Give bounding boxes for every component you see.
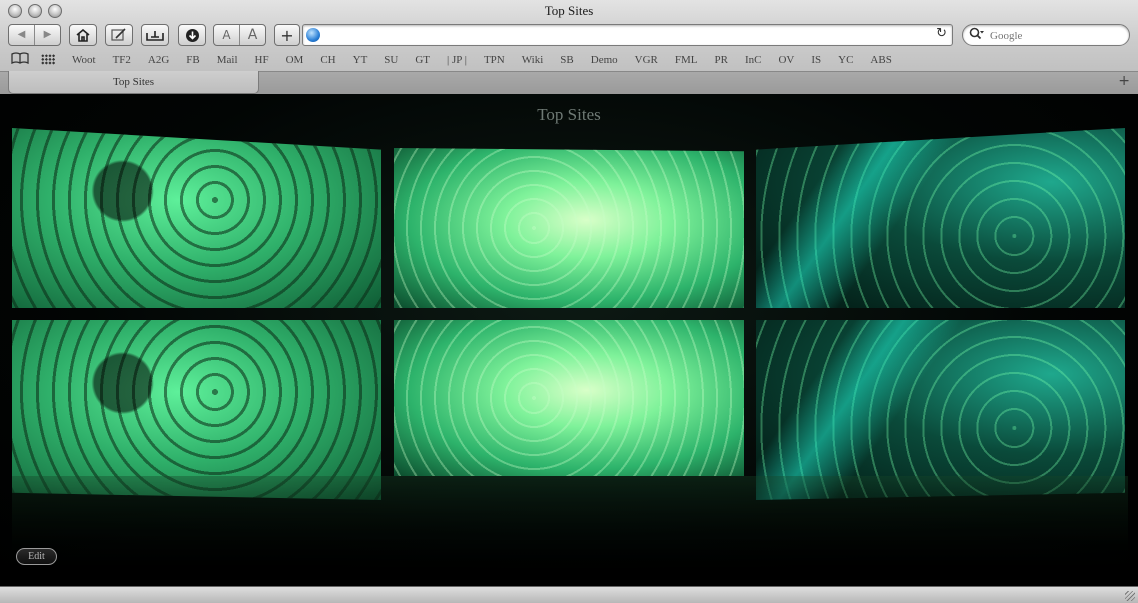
bookmark-item[interactable]: GT (415, 54, 430, 66)
downloads-button[interactable] (178, 24, 206, 46)
search-field[interactable] (962, 24, 1130, 46)
bookmark-item[interactable]: SU (384, 54, 398, 66)
search-input[interactable] (990, 28, 1120, 43)
bookmark-item[interactable]: OM (286, 54, 304, 66)
pencil-icon (111, 28, 126, 41)
page-title: Top Sites (537, 105, 601, 124)
add-bookmark-button[interactable] (141, 24, 169, 46)
edit-top-sites-button[interactable]: Edit (16, 548, 57, 565)
window-title: Top Sites (544, 3, 594, 18)
browser-chrome: Top Sites ◀ ▶ A A + ↻ Google Woot TF2 A2… (0, 0, 1138, 94)
tab-top-sites[interactable]: Top Sites (8, 71, 259, 94)
bookmark-item[interactable]: CH (320, 54, 335, 66)
bookmark-item[interactable]: A2G (148, 54, 169, 66)
add-tab-button[interactable]: + (274, 24, 300, 46)
site-thumbnail[interactable] (12, 320, 381, 500)
text-bigger-button[interactable]: A (239, 25, 265, 45)
reload-icon[interactable]: ↻ (936, 26, 947, 41)
bookmark-item[interactable]: TPN (484, 54, 505, 66)
home-icon (76, 28, 90, 42)
site-thumbnail[interactable] (12, 128, 381, 308)
bookmark-item[interactable]: Woot (72, 54, 96, 66)
bookmark-item[interactable]: VGR (635, 54, 658, 66)
edit-page-button[interactable] (105, 24, 133, 46)
text-smaller-button[interactable]: A (214, 25, 239, 45)
globe-icon (306, 28, 320, 42)
bookmark-item[interactable]: HF (255, 54, 269, 66)
forward-button[interactable]: ▶ (34, 25, 60, 45)
download-icon (185, 28, 199, 42)
bookmark-item[interactable]: YT (353, 54, 368, 66)
toolbar: ◀ ▶ A A + ↻ Google (0, 22, 1138, 49)
site-thumbnail[interactable] (394, 320, 744, 476)
top-sites-view: Top Sites Edit (0, 94, 1138, 586)
bookmark-item[interactable]: PR (715, 54, 728, 66)
bookmark-item[interactable]: Demo (591, 54, 618, 66)
bookmark-item[interactable]: TF2 (113, 54, 131, 66)
address-input[interactable] (323, 27, 923, 43)
thumbnail-reflection (12, 476, 1128, 586)
bookmark-tray-icon (146, 30, 164, 41)
new-tab-button[interactable]: + (1118, 73, 1130, 89)
bookmark-item[interactable]: InC (745, 54, 762, 66)
resize-grip-icon[interactable] (1125, 591, 1135, 601)
site-thumbnail[interactable] (756, 320, 1125, 500)
top-sites-grid-icon[interactable] (41, 54, 55, 65)
title-bar: Top Sites (0, 0, 1138, 22)
search-icon (969, 27, 985, 44)
bookmark-item[interactable]: ABS (870, 54, 891, 66)
back-forward-group: ◀ ▶ (8, 24, 61, 46)
back-button[interactable]: ◀ (9, 25, 34, 45)
tab-bar: Top Sites + (0, 71, 1138, 94)
bookmark-item[interactable]: | JP | (447, 54, 467, 66)
site-thumbnail[interactable] (394, 148, 744, 308)
bookmark-item[interactable]: IS (811, 54, 821, 66)
bookmark-item[interactable]: Wiki (522, 54, 544, 66)
text-size-group: A A (213, 24, 266, 46)
reading-list-icon[interactable] (11, 52, 29, 67)
site-thumbnail[interactable] (756, 128, 1125, 308)
bookmark-item[interactable]: Mail (217, 54, 238, 66)
home-button[interactable] (69, 24, 97, 46)
address-bar[interactable]: ↻ (302, 24, 953, 46)
bookmark-item[interactable]: SB (560, 54, 573, 66)
bookmark-item[interactable]: OV (778, 54, 794, 66)
bookmark-item[interactable]: FB (186, 54, 199, 66)
bookmarks-bar: Woot TF2 A2G FB Mail HF OM CH YT SU GT | JP | TPN Wik… (0, 49, 1138, 70)
status-bar (0, 586, 1138, 603)
bookmark-list: Woot TF2 A2G FB Mail HF OM CH YT SU GT | JP | TPN Wik… (72, 54, 909, 66)
bookmark-item[interactable]: YC (838, 54, 853, 66)
bookmark-item[interactable]: FML (675, 54, 698, 66)
